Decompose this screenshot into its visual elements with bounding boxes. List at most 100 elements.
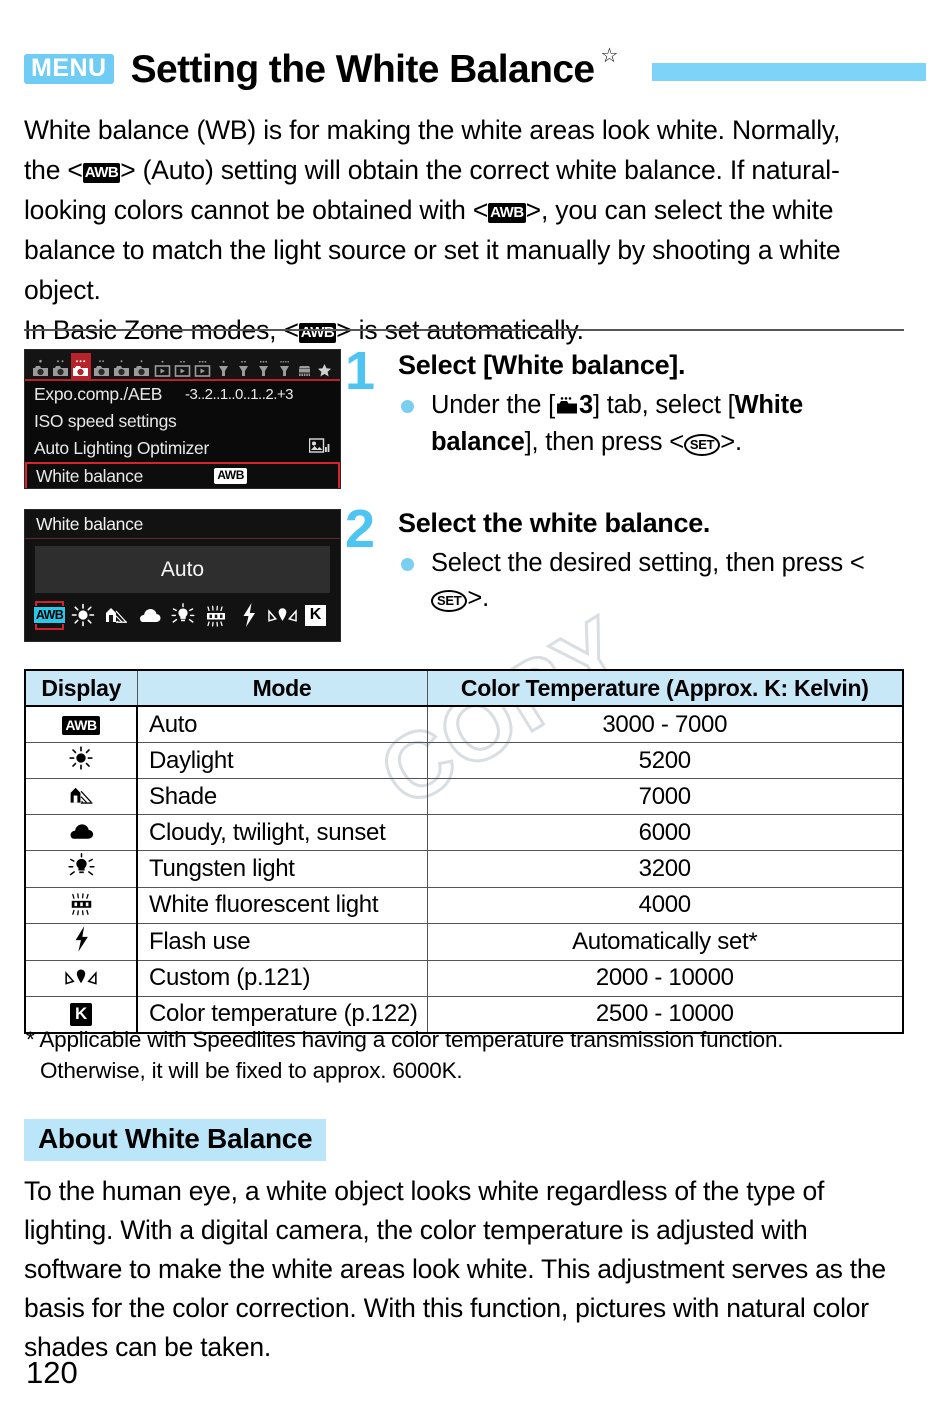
intro-line-3a: looking colors cannot be obtained with <: [24, 195, 489, 225]
tab-playback-2: [172, 353, 192, 379]
section-body-text: To the human eye, a white object looks w…: [24, 1176, 886, 1362]
cell-mode: Flash use: [136, 922, 428, 961]
wb-option-fluorescent-icon[interactable]: [201, 601, 230, 630]
tab-playback-1: [152, 353, 172, 379]
daylight-icon: [68, 743, 94, 773]
table-row: Tungsten light 3200: [24, 850, 904, 888]
column-header-mode: Mode: [136, 669, 428, 707]
footnote-line-2: Otherwise, it will be fixed to approx. 6…: [40, 1058, 463, 1083]
step-1: 1 Select [White balance]. Under the [3] …: [345, 344, 910, 460]
table-row: Custom (p.121) 2000 - 10000: [24, 959, 904, 997]
bullet-tab-number: 3: [578, 391, 593, 420]
step-2: 2 Select the white balance. Select the d…: [345, 502, 910, 616]
section-heading: About White Balance: [24, 1119, 327, 1161]
awb-icon: AWB: [298, 323, 337, 344]
menu-item-expo-comp[interactable]: Expo.comp./AEB -3..2..1..0..1..2.+3: [25, 381, 340, 408]
footnote-line-1: * Applicable with Speedlites having a co…: [26, 1027, 784, 1052]
flash-icon: [73, 924, 90, 954]
white-balance-table: Display Mode Color Temperature (Approx. …: [24, 669, 904, 1034]
menu-tab-row: [25, 350, 340, 381]
step-heading: Select [White balance].: [398, 350, 686, 380]
cell-temperature: 6000: [426, 814, 904, 851]
step-bullet: Select the desired setting, then press <…: [398, 546, 910, 616]
intro-line-2a: the <: [24, 155, 83, 185]
tungsten-icon: [67, 851, 95, 881]
tab-custom-functions: [294, 353, 314, 379]
wb-option-flash-icon[interactable]: [235, 601, 264, 630]
cell-mode: Custom (p.121): [136, 959, 428, 997]
column-header-color-temperature: Color Temperature (Approx. K: Kelvin): [426, 669, 904, 707]
step-bullet: Under the [3] tab, select [White balance…: [398, 388, 910, 460]
awb-icon: AWB: [488, 203, 526, 224]
menu-item-auto-lighting-optimizer[interactable]: Auto Lighting Optimizer: [25, 435, 340, 462]
wb-option-shade-icon[interactable]: [102, 601, 131, 630]
cell-mode: Daylight: [136, 742, 428, 779]
shooting-tab-icon: [556, 390, 578, 425]
tab-shooting-3[interactable]: [70, 353, 91, 379]
bullet-text-a: Select the desired setting, then press <: [431, 549, 865, 578]
cell-display: AWB: [24, 705, 138, 743]
menu-item-value: -3..2..1..0..1..2.+3: [185, 386, 294, 403]
tab-setup-4: [274, 353, 294, 379]
camera-menu-screenshot: Expo.comp./AEB -3..2..1..0..1..2.+3 ISO …: [24, 349, 341, 489]
awb-icon: AWB: [82, 163, 121, 184]
page-number: 120: [26, 1355, 78, 1390]
bullet-text-c: ], then press <: [524, 428, 685, 457]
bullet-text-d: >.: [467, 584, 489, 613]
table-row: Cloudy, twilight, sunset 6000: [24, 814, 904, 851]
page-title: Setting the White Balance: [130, 47, 596, 91]
page-header: MENU Setting the White Balance ☆: [24, 44, 926, 94]
awb-icon: AWB: [214, 468, 247, 484]
cell-mode: Cloudy, twilight, sunset: [136, 814, 428, 851]
bullet-text-d: >.: [720, 428, 742, 457]
shade-icon: [66, 780, 96, 810]
menu-item-label: ISO speed settings: [34, 411, 177, 431]
tab-my-menu-star-icon: [315, 353, 335, 379]
wb-option-cloudy-icon[interactable]: [135, 601, 164, 630]
wb-option-tungsten-icon[interactable]: [168, 601, 197, 630]
cell-display: [24, 922, 138, 961]
wb-option-row: AWB K: [25, 593, 340, 633]
column-header-display: Display: [24, 669, 138, 707]
table-header-row: Display Mode Color Temperature (Approx. …: [24, 669, 904, 707]
set-button-icon: SET: [431, 590, 468, 613]
tab-setup-3: [254, 353, 274, 379]
set-button-icon: SET: [683, 434, 721, 457]
tab-shooting-4: [91, 353, 111, 379]
alo-icon: [308, 438, 331, 459]
wb-option-custom-icon[interactable]: [267, 601, 297, 630]
fluorescent-icon: [67, 888, 96, 918]
custom-icon: [64, 962, 98, 992]
wb-option-daylight-icon[interactable]: [68, 601, 97, 630]
menu-item-label: Expo.comp./AEB: [34, 384, 163, 404]
menu-item-label: Auto Lighting Optimizer: [34, 438, 209, 458]
table-row: Daylight 5200: [24, 742, 904, 779]
tab-shooting-5: [111, 353, 131, 379]
tab-setup-1: [213, 353, 233, 379]
table-footnote: * Applicable with Speedlites having a co…: [26, 1024, 906, 1086]
awb-label: AWB: [32, 605, 67, 625]
intro-line-4: balance to match the light source or set…: [24, 235, 841, 265]
cell-temperature: Automatically set*: [426, 922, 904, 961]
cell-temperature: 2000 - 10000: [426, 959, 904, 997]
intro-line-1: White balance (WB) is for making the whi…: [24, 115, 841, 145]
wb-option-kelvin-icon[interactable]: K: [301, 601, 330, 630]
cell-display: [24, 959, 138, 997]
menu-item-white-balance[interactable]: White balance AWB: [25, 462, 340, 488]
cell-temperature: 3000 - 7000: [426, 705, 904, 743]
step-number: 2: [345, 499, 376, 559]
white-balance-screen-screenshot: White balance Auto AWB K: [24, 509, 341, 642]
manual-page: MENU Setting the White Balance ☆ White b…: [0, 0, 950, 1407]
wb-option-awb-icon[interactable]: AWB: [32, 600, 67, 630]
section-divider: [24, 329, 904, 331]
cell-mode: Auto: [136, 705, 428, 743]
cloudy-icon: [65, 816, 97, 846]
step-number: 1: [345, 341, 376, 401]
cell-display: [24, 886, 138, 924]
intro-paragraph: White balance (WB) is for making the whi…: [24, 110, 912, 350]
tab-shooting-1: [30, 353, 50, 379]
cell-mode: White fluorescent light: [136, 886, 428, 924]
star-icon: ☆: [600, 45, 619, 67]
menu-item-iso-speed-settings[interactable]: ISO speed settings: [25, 408, 340, 435]
wb-current-value: Auto: [35, 546, 330, 593]
